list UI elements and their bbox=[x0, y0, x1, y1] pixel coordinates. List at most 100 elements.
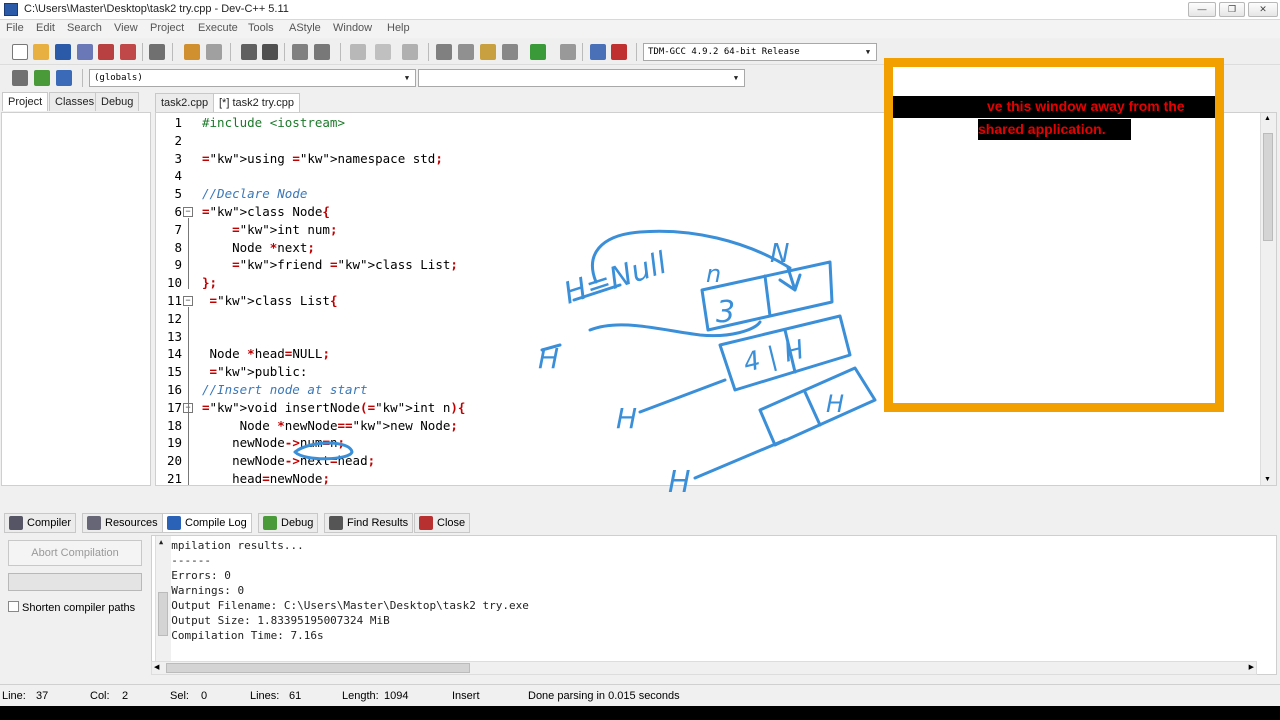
log-scroll-thumb[interactable] bbox=[158, 592, 168, 636]
tab-compiler[interactable]: Compiler bbox=[4, 513, 77, 533]
status-message: Done parsing in 0.015 seconds bbox=[528, 690, 680, 702]
code-line[interactable]: //Insert node at start bbox=[202, 382, 368, 397]
save-icon[interactable] bbox=[55, 44, 71, 60]
save-all-icon[interactable] bbox=[77, 44, 93, 60]
scroll-up-icon[interactable]: ▲ bbox=[1264, 115, 1271, 122]
scope-select[interactable]: (globals) ▼ bbox=[89, 69, 416, 87]
chart-icon bbox=[167, 516, 181, 530]
undo-icon[interactable] bbox=[184, 44, 200, 60]
code-line[interactable]: ="kw">void insertNode(="kw">int n){ bbox=[202, 400, 465, 415]
window-title: C:\Users\Master\Desktop\task2 try.cpp - … bbox=[24, 3, 289, 15]
menu-help[interactable]: Help bbox=[387, 22, 410, 34]
checkbox-box[interactable] bbox=[8, 601, 19, 612]
maximize-button[interactable]: ❐ bbox=[1219, 2, 1245, 17]
class-browser-icon[interactable] bbox=[480, 44, 496, 60]
scroll-right-icon[interactable]: ▶ bbox=[1249, 663, 1254, 671]
status-sel-value: 0 bbox=[201, 690, 208, 702]
replace-icon[interactable] bbox=[262, 44, 278, 60]
close-file-icon[interactable] bbox=[98, 44, 114, 60]
fold-toggle-icon[interactable]: − bbox=[183, 296, 193, 306]
stop-icon[interactable] bbox=[560, 44, 576, 60]
insert-icon[interactable] bbox=[12, 70, 28, 86]
compiler-select[interactable]: TDM-GCC 4.9.2 64-bit Release ▼ bbox=[643, 43, 877, 61]
menu-search[interactable]: Search bbox=[67, 22, 102, 34]
line-number: 12 bbox=[166, 310, 182, 326]
open-folder-icon[interactable] bbox=[33, 44, 49, 60]
tab-task2-cpp[interactable]: task2.cpp bbox=[155, 93, 215, 112]
code-line[interactable]: //Declare Node bbox=[202, 186, 307, 201]
status-line-value: 37 bbox=[36, 690, 49, 702]
line-number: 9 bbox=[174, 257, 182, 273]
code-line[interactable]: ="kw">public: bbox=[202, 364, 308, 379]
shorten-paths-checkbox[interactable]: Shorten compiler paths bbox=[8, 601, 135, 614]
check-syntax-icon[interactable] bbox=[530, 44, 546, 60]
scroll-left-icon[interactable]: ◀ bbox=[154, 663, 159, 671]
menu-view[interactable]: View bbox=[114, 22, 138, 34]
project-options-icon[interactable] bbox=[458, 44, 474, 60]
app-icon bbox=[4, 3, 18, 16]
scroll-thumb[interactable] bbox=[1263, 133, 1273, 241]
redo-icon[interactable] bbox=[206, 44, 222, 60]
code-line[interactable]: head=newNode; bbox=[202, 471, 330, 485]
toggle-bookmark-icon[interactable] bbox=[34, 70, 50, 86]
tab-classes[interactable]: Classes bbox=[49, 92, 101, 111]
code-line[interactable]: Node *next; bbox=[202, 240, 315, 255]
code-line[interactable]: ="kw">class Node{ bbox=[202, 204, 330, 219]
line-number: 20 bbox=[166, 453, 182, 469]
tab-debug-bottom[interactable]: Debug bbox=[258, 513, 319, 533]
menu-edit[interactable]: Edit bbox=[36, 22, 55, 34]
menu-project[interactable]: Project bbox=[150, 22, 184, 34]
print-icon[interactable] bbox=[149, 44, 165, 60]
code-line[interactable]: ="kw">using ="kw">namespace std; bbox=[202, 151, 443, 166]
chart-profile-icon[interactable] bbox=[590, 44, 606, 60]
goto-bookmark-icon[interactable] bbox=[56, 70, 72, 86]
code-line[interactable]: Node *head=NULL; bbox=[202, 346, 330, 361]
code-line[interactable]: ="kw">friend ="kw">class List; bbox=[202, 257, 458, 272]
editor-tabs: task2.cpp [*] task2 try.cpp bbox=[155, 93, 555, 113]
code-line[interactable]: }; bbox=[202, 275, 217, 290]
menu-window[interactable]: Window bbox=[333, 22, 372, 34]
tab-project[interactable]: Project bbox=[2, 92, 49, 111]
debug-icon[interactable] bbox=[611, 44, 627, 60]
menu-execute[interactable]: Execute bbox=[198, 22, 238, 34]
menu-file[interactable]: File bbox=[6, 22, 24, 34]
code-line[interactable]: #include <iostream> bbox=[202, 115, 345, 130]
code-line[interactable]: ="kw">class List{ bbox=[202, 293, 338, 308]
abort-compilation-button[interactable]: Abort Compilation bbox=[8, 540, 142, 566]
editor-scrollbar[interactable]: ▲ ▼ bbox=[1260, 113, 1276, 485]
close-all-icon[interactable] bbox=[120, 44, 136, 60]
compile-icon[interactable] bbox=[502, 44, 518, 60]
code-line[interactable]: Node *newNode=="kw">new Node; bbox=[202, 418, 458, 433]
tab-debug[interactable]: Debug bbox=[95, 92, 140, 111]
indent-icon[interactable] bbox=[350, 44, 366, 60]
bottom-tabs: Compiler Resources Compile Log Debug Fin… bbox=[0, 512, 1280, 534]
close-button[interactable]: ✕ bbox=[1248, 2, 1278, 17]
scroll-down-icon[interactable]: ▼ bbox=[1264, 476, 1271, 483]
bookmark-icon[interactable] bbox=[314, 44, 330, 60]
fold-guide bbox=[188, 413, 189, 485]
tab-resources[interactable]: Resources bbox=[82, 513, 163, 533]
scroll-up-icon[interactable]: ▲ bbox=[159, 538, 163, 546]
member-select[interactable]: ▼ bbox=[418, 69, 745, 87]
toggle-comment-icon[interactable] bbox=[402, 44, 418, 60]
code-line[interactable]: ="kw">int num; bbox=[202, 222, 337, 237]
log-scrollbar[interactable]: ▲ ▼ bbox=[155, 536, 171, 674]
unindent-icon[interactable] bbox=[375, 44, 391, 60]
menu-tools[interactable]: Tools bbox=[248, 22, 274, 34]
code-line[interactable]: newNode->num=n; bbox=[202, 435, 345, 450]
new-file-icon[interactable] bbox=[12, 44, 28, 60]
tab-compile-log[interactable]: Compile Log bbox=[162, 513, 252, 533]
fold-toggle-icon[interactable]: − bbox=[183, 207, 193, 217]
minimize-button[interactable]: — bbox=[1188, 2, 1216, 17]
tab-close[interactable]: Close bbox=[414, 513, 471, 533]
tab-find-results[interactable]: Find Results bbox=[324, 513, 414, 533]
hscroll-thumb[interactable] bbox=[166, 663, 470, 673]
log-horizontal-scrollbar[interactable]: ◀ ▶ bbox=[151, 661, 1257, 675]
tab-task2-try-cpp[interactable]: [*] task2 try.cpp bbox=[213, 93, 300, 112]
find-icon[interactable] bbox=[241, 44, 257, 60]
code-line[interactable]: newNode->next=head; bbox=[202, 453, 375, 468]
goto-line-icon[interactable] bbox=[292, 44, 308, 60]
compile-log[interactable]: Compilation results... -------- - Errors: … bbox=[151, 535, 1277, 675]
menu-astyle[interactable]: AStyle bbox=[289, 22, 321, 34]
new-project-icon[interactable] bbox=[436, 44, 452, 60]
